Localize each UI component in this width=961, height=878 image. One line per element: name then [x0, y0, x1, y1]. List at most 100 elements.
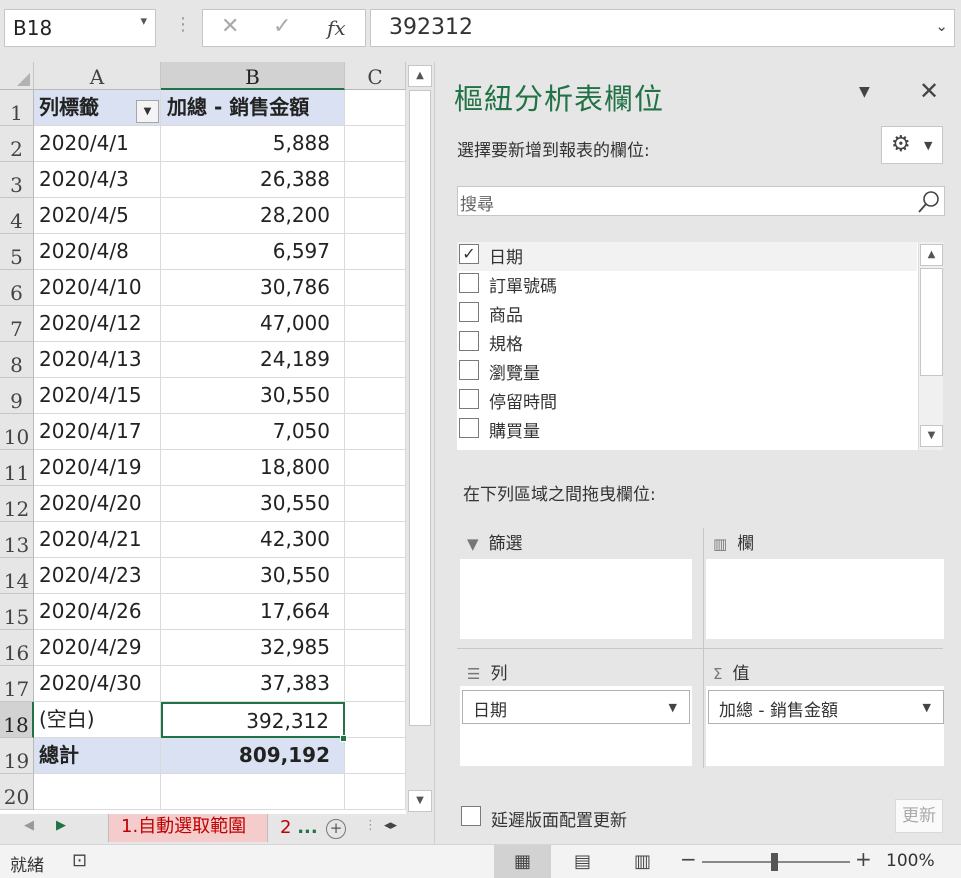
next-sheet-icon[interactable]: ▶: [56, 818, 66, 833]
row-header[interactable]: 4: [0, 198, 34, 234]
cell[interactable]: [345, 162, 406, 198]
enter-icon[interactable]: ✓: [273, 14, 291, 39]
cell[interactable]: 392,312: [161, 702, 345, 738]
row-header[interactable]: 10: [0, 414, 34, 450]
row-header[interactable]: 20: [0, 774, 34, 810]
row-header[interactable]: 5: [0, 234, 34, 270]
drag-handle-icon[interactable]: ⋮: [364, 818, 377, 833]
cell[interactable]: 18,800: [161, 450, 345, 486]
cell[interactable]: [161, 774, 345, 810]
cell[interactable]: 2020/4/29: [34, 630, 161, 666]
cell[interactable]: [345, 126, 406, 162]
vertical-scrollbar[interactable]: ▲ ▼: [406, 62, 434, 814]
cell[interactable]: [345, 594, 406, 630]
row-header[interactable]: 7: [0, 306, 34, 342]
cell[interactable]: 6,597: [161, 234, 345, 270]
row-header[interactable]: 13: [0, 522, 34, 558]
scroll-thumb[interactable]: [409, 90, 431, 726]
cell[interactable]: [345, 342, 406, 378]
field-checkbox[interactable]: [459, 418, 479, 438]
add-sheet-icon[interactable]: +: [326, 819, 346, 839]
field-checkbox[interactable]: ✓: [459, 244, 479, 264]
row-header[interactable]: 15: [0, 594, 34, 630]
search-input[interactable]: 搜尋: [457, 186, 945, 216]
column-header[interactable]: C: [345, 62, 406, 90]
cell[interactable]: 2020/4/26: [34, 594, 161, 630]
page-layout-view-icon[interactable]: ▤: [554, 845, 611, 878]
cell[interactable]: 2020/4/5: [34, 198, 161, 234]
field-item[interactable]: 商品: [457, 300, 917, 329]
search-icon[interactable]: [916, 189, 942, 215]
split-handle-icon[interactable]: ◂▸: [384, 818, 397, 833]
cell[interactable]: 809,192: [161, 738, 345, 774]
prev-sheet-icon[interactable]: ◀: [24, 818, 34, 833]
row-header[interactable]: 6: [0, 270, 34, 306]
scroll-thumb[interactable]: [920, 268, 943, 376]
cell[interactable]: 17,664: [161, 594, 345, 630]
close-icon[interactable]: ✕: [919, 77, 939, 105]
cell[interactable]: [345, 234, 406, 270]
page-break-view-icon[interactable]: ▥: [614, 845, 671, 878]
scroll-down-icon[interactable]: ▼: [920, 425, 943, 447]
cell[interactable]: 24,189: [161, 342, 345, 378]
zoom-level[interactable]: 100%: [886, 851, 935, 871]
cell[interactable]: 2020/4/30: [34, 666, 161, 702]
row-header[interactable]: 9: [0, 378, 34, 414]
cell[interactable]: 32,985: [161, 630, 345, 666]
chevron-down-icon[interactable]: ▾: [140, 14, 147, 29]
zoom-slider-thumb[interactable]: [771, 853, 778, 871]
field-item[interactable]: 規格: [457, 329, 917, 358]
chevron-down-icon[interactable]: ▼: [923, 701, 931, 714]
cell[interactable]: [345, 270, 406, 306]
zoom-in-icon[interactable]: +: [855, 847, 872, 871]
cell[interactable]: 2020/4/10: [34, 270, 161, 306]
row-header[interactable]: 16: [0, 630, 34, 666]
cell[interactable]: [345, 486, 406, 522]
field-item[interactable]: ✓ 日期: [457, 242, 917, 271]
row-header[interactable]: 11: [0, 450, 34, 486]
cell[interactable]: 30,786: [161, 270, 345, 306]
update-button[interactable]: 更新: [895, 799, 943, 833]
cell[interactable]: [345, 774, 406, 810]
more-sheets-icon[interactable]: ...: [297, 817, 318, 838]
cell[interactable]: 2020/4/3: [34, 162, 161, 198]
values-drop-area[interactable]: 加總 - 銷售金額 ▼: [706, 686, 944, 766]
cell[interactable]: [345, 306, 406, 342]
tools-button[interactable]: ⚙ ▼: [881, 126, 943, 164]
cell[interactable]: [345, 738, 406, 774]
cell[interactable]: 2020/4/13: [34, 342, 161, 378]
cell[interactable]: 2020/4/1: [34, 126, 161, 162]
cell[interactable]: 2020/4/21: [34, 522, 161, 558]
worksheet-grid[interactable]: A B C 1 列標籤 加總 - 銷售金額 2 2020/4/1 5,888 3 2020/4/3 2…: [0, 62, 406, 814]
cell[interactable]: 26,388: [161, 162, 345, 198]
cell[interactable]: 2020/4/15: [34, 378, 161, 414]
columns-drop-area[interactable]: [706, 559, 944, 639]
name-box[interactable]: B18 ▾: [4, 9, 156, 47]
drag-handle-icon[interactable]: ⋮: [174, 14, 192, 35]
row-header[interactable]: 1: [0, 90, 34, 126]
row-header[interactable]: 8: [0, 342, 34, 378]
rows-drop-area[interactable]: 日期 ▼: [460, 686, 692, 766]
column-header[interactable]: B: [161, 62, 345, 90]
cell[interactable]: [345, 558, 406, 594]
normal-view-icon[interactable]: ▦: [494, 845, 551, 878]
row-header[interactable]: 17: [0, 666, 34, 702]
field-checkbox[interactable]: [459, 302, 479, 322]
sheet-tab-next[interactable]: 2 ...: [280, 814, 318, 842]
values-field-pill[interactable]: 加總 - 銷售金額 ▼: [708, 690, 944, 724]
cell[interactable]: 2020/4/8: [34, 234, 161, 270]
field-checkbox[interactable]: [459, 360, 479, 380]
chevron-down-icon[interactable]: ⌄: [935, 17, 948, 35]
cell[interactable]: 2020/4/12: [34, 306, 161, 342]
cell[interactable]: 30,550: [161, 486, 345, 522]
cell[interactable]: 42,300: [161, 522, 345, 558]
defer-update-checkbox[interactable]: [461, 806, 481, 826]
field-item[interactable]: 訂單號碼: [457, 271, 917, 300]
pane-options-icon[interactable]: ▼: [859, 84, 870, 100]
cell[interactable]: 加總 - 銷售金額: [161, 90, 345, 126]
scroll-up-icon[interactable]: ▲: [408, 65, 432, 87]
field-checkbox[interactable]: [459, 331, 479, 351]
scroll-down-icon[interactable]: ▼: [408, 790, 432, 812]
cell[interactable]: 5,888: [161, 126, 345, 162]
cell[interactable]: [345, 414, 406, 450]
